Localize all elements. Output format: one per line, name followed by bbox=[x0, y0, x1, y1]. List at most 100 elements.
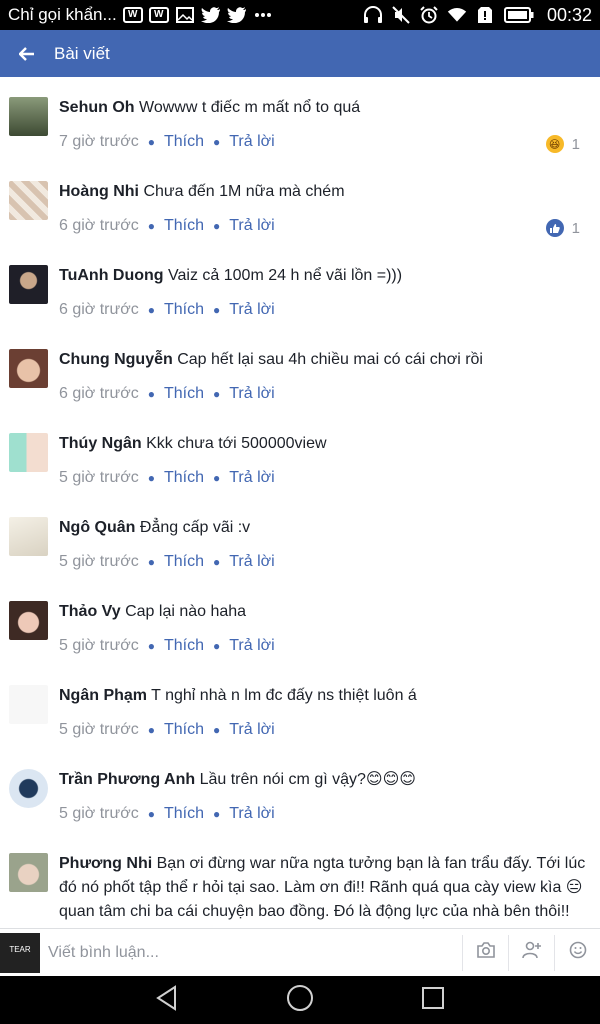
reply-button[interactable]: Trả lời bbox=[229, 637, 274, 655]
reply-button[interactable]: Trả lời bbox=[229, 301, 274, 319]
comment-text: Vaiz cả 100m 24 h nể vãi lồn =))) bbox=[168, 267, 403, 284]
thumbs-up-icon bbox=[545, 219, 564, 237]
like-button[interactable]: Thích bbox=[164, 637, 204, 655]
nav-back-button[interactable] bbox=[142, 980, 192, 1020]
avatar[interactable] bbox=[9, 97, 48, 136]
separator-dot: ● bbox=[147, 219, 155, 233]
back-button[interactable] bbox=[0, 30, 54, 77]
separator-dot: ● bbox=[147, 723, 155, 737]
comment-time: 6 giờ trước bbox=[59, 217, 139, 234]
haha-icon: 😆 bbox=[545, 135, 564, 153]
avatar[interactable] bbox=[9, 349, 48, 388]
comment-time: 7 giờ trước bbox=[59, 133, 139, 150]
comment-item: Thảo Vy Cap lại nào haha 5 giờ trước ● Thí… bbox=[0, 581, 600, 665]
nav-home-button[interactable] bbox=[275, 980, 325, 1020]
home-circle-icon bbox=[286, 984, 314, 1017]
image-icon bbox=[175, 6, 195, 24]
wifi-icon bbox=[447, 6, 467, 24]
like-button[interactable]: Thích bbox=[164, 385, 204, 403]
tag-person-button[interactable] bbox=[508, 934, 554, 971]
comment-author[interactable]: Ngô Quân bbox=[59, 519, 135, 536]
comment-author[interactable]: Thảo Vy bbox=[59, 603, 121, 620]
comment-time: 6 giờ trước bbox=[59, 385, 139, 402]
page-title: Bài viết bbox=[54, 43, 110, 63]
reply-button[interactable]: Trả lời bbox=[229, 805, 274, 823]
comment-time: 5 giờ trước bbox=[59, 721, 139, 738]
app-bar: Bài viết bbox=[0, 30, 600, 77]
separator-dot: ● bbox=[147, 555, 155, 569]
reply-button[interactable]: Trả lời bbox=[229, 553, 274, 571]
reaction-summary[interactable]: 😆 1 bbox=[545, 135, 580, 153]
comment-text: Lầu trên nói cm gì vậy?😊😊😊 bbox=[199, 771, 416, 788]
separator-dot: ● bbox=[212, 471, 221, 485]
separator-dot: ● bbox=[147, 639, 155, 653]
reply-button[interactable]: Trả lời bbox=[229, 469, 274, 487]
avatar[interactable] bbox=[9, 433, 48, 472]
sim-alert-icon bbox=[475, 6, 495, 24]
tag-person-icon bbox=[521, 941, 542, 964]
comment-composer: TEAR bbox=[0, 928, 600, 976]
comment-author[interactable]: Hoàng Nhi bbox=[59, 183, 139, 200]
reply-button[interactable]: Trả lời bbox=[229, 721, 274, 739]
comment-text: Wowww t điếc m mất nổ to quá bbox=[139, 99, 361, 116]
comment-author[interactable]: TuAnh Duong bbox=[59, 267, 164, 284]
like-button[interactable]: Thích bbox=[164, 469, 204, 487]
separator-dot: ● bbox=[212, 807, 221, 821]
headphones-icon bbox=[363, 6, 383, 24]
like-button[interactable]: Thích bbox=[164, 805, 204, 823]
avatar[interactable] bbox=[9, 517, 48, 556]
my-avatar: TEAR bbox=[0, 932, 40, 973]
w-box-icon: W bbox=[122, 6, 143, 24]
comment-time: 5 giờ trước bbox=[59, 805, 139, 822]
comment-author[interactable]: Sehun Oh bbox=[59, 99, 135, 116]
like-button[interactable]: Thích bbox=[164, 721, 204, 739]
separator-dot: ● bbox=[212, 387, 221, 401]
w-box-icon: W bbox=[148, 6, 169, 24]
avatar[interactable] bbox=[9, 769, 48, 808]
comment-author[interactable]: Trần Phương Anh bbox=[59, 771, 195, 788]
like-button[interactable]: Thích bbox=[164, 133, 204, 151]
comment-input[interactable] bbox=[40, 932, 462, 973]
comment-text: Đẳng cấp vãi :v bbox=[139, 519, 251, 536]
reply-button[interactable]: Trả lời bbox=[229, 385, 274, 403]
comment-author[interactable]: Thúy Ngân bbox=[59, 435, 142, 452]
comment-list[interactable]: Sehun Oh Wowww t điếc m mất nổ to quá 7 … bbox=[0, 77, 600, 928]
separator-dot: ● bbox=[212, 219, 221, 233]
twitter-icon bbox=[200, 6, 221, 24]
avatar[interactable] bbox=[9, 181, 48, 220]
more-icon bbox=[253, 6, 273, 24]
comment-item: Hoàng Nhi Chưa đến 1M nữa mà chém 6 giờ … bbox=[0, 161, 600, 245]
mute-icon bbox=[391, 6, 411, 24]
like-button[interactable]: Thích bbox=[164, 217, 204, 235]
comment-text: Chưa đến 1M nữa mà chém bbox=[143, 183, 345, 200]
battery-icon bbox=[503, 6, 535, 24]
separator-dot: ● bbox=[147, 471, 155, 485]
comment-author[interactable]: Ngân Phạm bbox=[59, 687, 147, 704]
like-button[interactable]: Thích bbox=[164, 301, 204, 319]
status-bar: Chỉ gọi khẩn... W W 00:32 bbox=[0, 0, 600, 30]
like-button[interactable]: Thích bbox=[164, 553, 204, 571]
reply-button[interactable]: Trả lời bbox=[229, 133, 274, 151]
recents-square-icon bbox=[421, 986, 445, 1015]
comment-item: Chung Nguyễn Cap hết lại sau 4h chiều ma… bbox=[0, 329, 600, 413]
separator-dot: ● bbox=[212, 639, 221, 653]
nav-recents-button[interactable] bbox=[408, 980, 458, 1020]
camera-icon bbox=[476, 942, 496, 963]
reaction-summary[interactable]: 1 bbox=[545, 219, 580, 237]
comment-item: Trần Phương Anh Lầu trên nói cm gì vậy?😊… bbox=[0, 749, 600, 833]
reply-button[interactable]: Trả lời bbox=[229, 217, 274, 235]
avatar[interactable] bbox=[9, 601, 48, 640]
clock: 00:32 bbox=[546, 4, 592, 25]
avatar[interactable] bbox=[9, 853, 48, 892]
comment-author[interactable]: Phương Nhi bbox=[59, 855, 152, 872]
comment-author[interactable]: Chung Nguyễn bbox=[59, 351, 173, 368]
avatar[interactable] bbox=[9, 265, 48, 304]
separator-dot: ● bbox=[212, 723, 221, 737]
emoji-button[interactable] bbox=[554, 934, 600, 971]
comment-time: 5 giờ trước bbox=[59, 469, 139, 486]
camera-button[interactable] bbox=[462, 934, 508, 971]
avatar[interactable] bbox=[9, 685, 48, 724]
comment-text: Kkk chưa tới 500000view bbox=[146, 435, 327, 452]
alarm-icon bbox=[419, 6, 439, 24]
comment-text: Cap lại nào haha bbox=[125, 603, 247, 620]
